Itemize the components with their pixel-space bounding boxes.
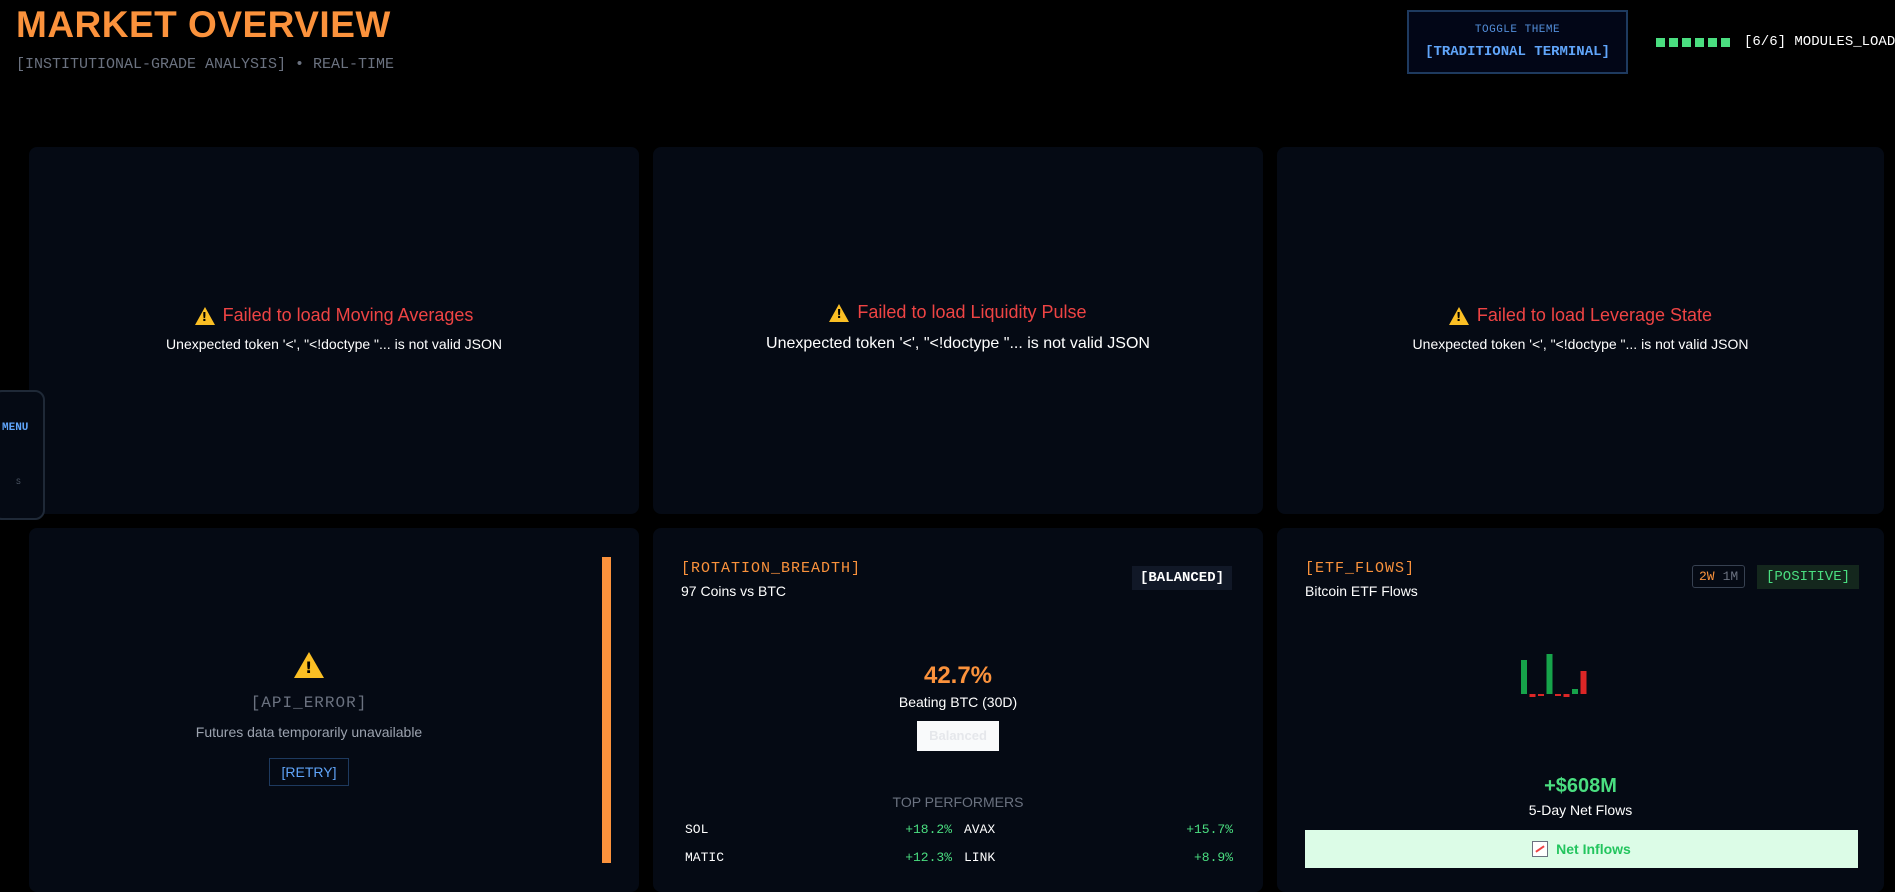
- warning-icon: [194, 306, 215, 325]
- etf-flow-bar: [1580, 671, 1587, 694]
- api-error-label: [API_ERROR]: [250, 694, 368, 712]
- leverage-state-card: Failed to load Leverage State Unexpected…: [1277, 147, 1884, 514]
- breadth-label: Beating BTC (30D): [898, 694, 1018, 710]
- warning-icon: [829, 303, 850, 322]
- card-subtitle: 97 Coins vs BTC: [681, 583, 787, 599]
- side-menu-button[interactable]: MENU S: [0, 390, 45, 520]
- side-menu-shortcut: S: [16, 478, 21, 487]
- balance-status-box: Balanced: [917, 721, 999, 751]
- error-message: Unexpected token '<', "<!doctype "... is…: [166, 336, 502, 352]
- theme-toggle-label: TOGGLE THEME: [1474, 24, 1561, 36]
- card-subtitle: Bitcoin ETF Flows: [1305, 583, 1418, 599]
- module-indicator: [1708, 37, 1717, 47]
- error-message: Unexpected token '<', "<!doctype "... is…: [1412, 336, 1749, 352]
- theme-toggle-value: [TRADITIONAL TERMINAL]: [1425, 44, 1610, 60]
- moving-averages-card: Failed to load Moving Averages Unexpecte…: [29, 147, 639, 514]
- status-badge: [POSITIVE]: [1757, 565, 1860, 589]
- etf-flow-bar: [1546, 654, 1553, 694]
- etf-flow-bar-chart: [1521, 654, 1587, 697]
- futures-card: [API_ERROR] Futures data temporarily una…: [29, 528, 639, 892]
- error-message: Unexpected token '<', "<!doctype "... is…: [766, 335, 1150, 352]
- status-badge: [BALANCED]: [1132, 566, 1233, 590]
- range-option-1m[interactable]: 1M: [1723, 569, 1739, 584]
- etf-flow-bar: [1563, 694, 1570, 697]
- liquidity-pulse-card: Failed to load Liquidity Pulse Unexpecte…: [653, 147, 1263, 514]
- page-subtitle: [INSTITUTIONAL-GRADE ANALYSIS] • REAL-TI…: [16, 56, 395, 73]
- module-indicator: [1721, 37, 1730, 47]
- etf-flow-bar: [1538, 694, 1544, 696]
- range-selector[interactable]: 2W 1M: [1692, 565, 1746, 588]
- module-indicator: [1682, 37, 1691, 47]
- theme-toggle-button[interactable]: TOGGLE THEME [TRADITIONAL TERMINAL]: [1407, 10, 1628, 74]
- net-inflows-banner: Net Inflows: [1305, 830, 1858, 868]
- net-flow-label: 5-Day Net Flows: [1528, 802, 1633, 818]
- net-flow-value: +$608M: [1544, 775, 1617, 797]
- retry-button[interactable]: [RETRY]: [268, 758, 350, 786]
- error-title: Failed to load Moving Averages: [29, 305, 639, 326]
- etf-flow-bar: [1529, 694, 1536, 697]
- card-header: [ROTATION_BREADTH]: [681, 560, 862, 577]
- etf-flow-bar: [1555, 694, 1561, 696]
- module-indicator: [1656, 37, 1665, 47]
- module-indicator: [1669, 37, 1678, 47]
- scroll-indicator: [602, 557, 611, 863]
- range-option-2w[interactable]: 2W: [1699, 569, 1715, 584]
- breadth-percent: 42.7%: [923, 662, 993, 689]
- module-indicator: [1695, 37, 1704, 47]
- card-header: [ETF_FLOWS]: [1305, 560, 1416, 577]
- futures-error-message: Futures data temporarily unavailable: [195, 724, 423, 740]
- warning-icon: [294, 652, 324, 678]
- warning-icon: [1448, 306, 1469, 325]
- rotation-breadth-card: [ROTATION_BREADTH] 97 Coins vs BTC [BALA…: [653, 528, 1263, 892]
- page-title: MARKET OVERVIEW: [16, 4, 391, 45]
- etf-flow-bar: [1572, 689, 1578, 694]
- error-title: Failed to load Liquidity Pulse: [653, 302, 1263, 323]
- error-title: Failed to load Leverage State: [1277, 305, 1884, 326]
- etf-flow-bar: [1521, 660, 1527, 694]
- side-menu-label: MENU: [2, 422, 29, 434]
- modules-status: [6/6] MODULES_LOADED: [1656, 34, 1895, 50]
- chart-increasing-icon: [1532, 841, 1549, 857]
- etf-flows-card: [ETF_FLOWS] Bitcoin ETF Flows 2W 1M [POS…: [1277, 528, 1884, 892]
- top-performers-header: TOP PERFORMERS: [892, 794, 1024, 810]
- net-inflows-label: Net Inflows: [1556, 841, 1631, 857]
- modules-status-text: [6/6] MODULES_LOADED: [1744, 34, 1895, 50]
